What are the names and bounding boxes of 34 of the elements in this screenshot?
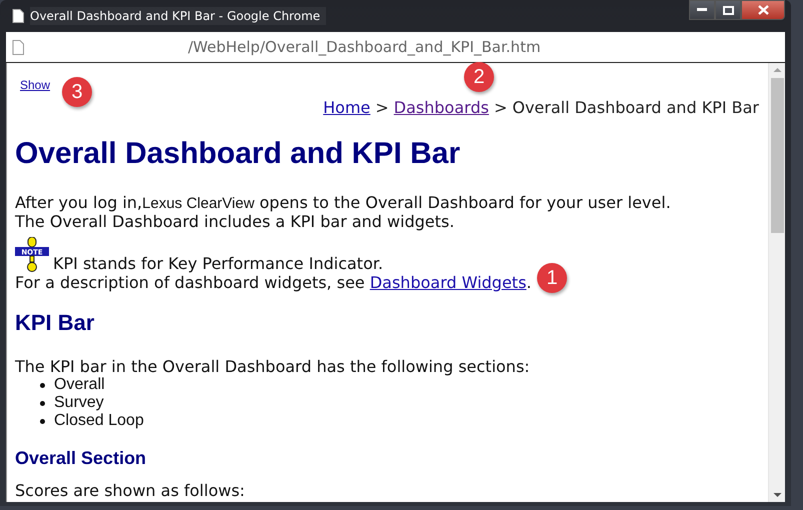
see-also-text: For a description of dashboard widgets, see Dashboard Widgets. <box>15 273 532 292</box>
scrollbar-thumb[interactable] <box>770 78 784 233</box>
bullet-icon <box>40 400 45 406</box>
breadcrumb-separator: > <box>494 98 508 117</box>
section-text: The KPI bar in the Overall Dashboard has the following sections: <box>15 357 531 376</box>
page-icon <box>12 9 24 23</box>
minimize-button[interactable] <box>689 0 715 20</box>
breadcrumb-separator: > <box>375 98 389 117</box>
breadcrumb-current: Overall Dashboard and KPI Bar <box>512 98 759 117</box>
bullet-icon <box>40 382 45 388</box>
dashboard-widgets-link[interactable]: Dashboard Widgets <box>370 273 526 292</box>
list-item: Overall <box>54 376 105 394</box>
scrollbar[interactable] <box>768 63 785 502</box>
maximize-button[interactable] <box>715 0 741 20</box>
list-item: Survey <box>54 394 104 412</box>
list-item: Closed Loop <box>54 412 144 430</box>
maximize-icon <box>722 6 734 14</box>
subsection-heading: Overall Section <box>15 447 148 469</box>
page-icon <box>12 40 24 54</box>
breadcrumb-link[interactable]: Dashboards <box>394 98 489 117</box>
close-icon <box>758 5 768 15</box>
intro-text: The Overall Dashboard includes a KPI bar and widgets. <box>15 212 456 231</box>
page-title: Overall Dashboard and KPI Bar <box>15 137 462 171</box>
intro-text: After you log in,Lexus ClearView opens to the Overall Dashboard for your user level. <box>15 193 672 212</box>
subsection-text: Scores are shown as follows: <box>15 481 246 500</box>
breadcrumb-link[interactable]: Home <box>323 98 370 117</box>
note-text: KPI stands for Key Performance Indicator. <box>53 254 384 273</box>
address-bar[interactable]: /WebHelp/Overall_Dashboard_and_KPI_Bar.htm <box>6 32 785 63</box>
window-title: Overall Dashboard and KPI Bar - Google Chrome <box>30 7 326 25</box>
close-button[interactable] <box>741 0 785 20</box>
minimize-icon <box>697 8 707 12</box>
section-heading: KPI Bar <box>15 310 96 336</box>
show-link[interactable]: Show <box>20 78 50 92</box>
bullet-icon <box>40 418 45 424</box>
